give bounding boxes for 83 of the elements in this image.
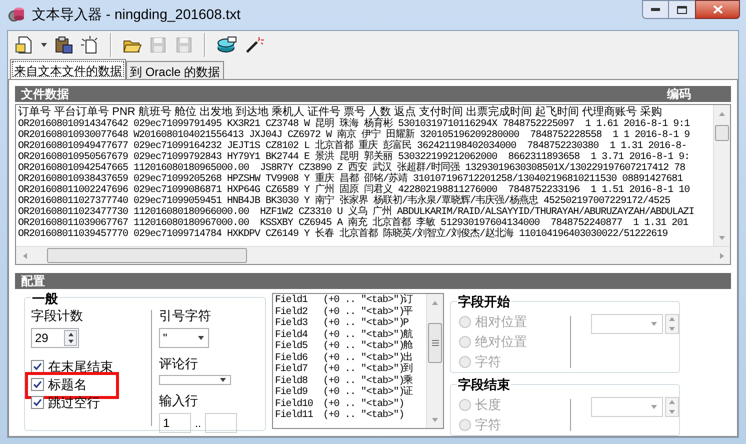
field-list-item[interactable]: Field4 (+0 .. "<tab>")航	[275, 330, 426, 341]
encoding-label: 编码	[667, 86, 691, 103]
clipboard-icon[interactable]	[54, 35, 74, 55]
maximize-button[interactable]	[669, 0, 695, 19]
caret-icon[interactable]	[197, 334, 205, 342]
magic-wand-icon[interactable]	[244, 35, 264, 55]
radio-label: 相对位置	[475, 313, 527, 332]
document-icon[interactable]	[14, 35, 34, 55]
field-list-item[interactable]: Field5 (+0 .. "<tab>")舱	[275, 341, 426, 352]
input-field[interactable]	[205, 412, 238, 432]
checkbox[interactable]	[31, 360, 44, 373]
data-line: OR201608010930077648 W2016080104021556413 JXJ04J CZ6972 W 南京 伊宁 田耀新 320105196209280000 7848752228558 1 1 2016-8-1 9	[18, 130, 691, 141]
radio-label: 长度	[475, 396, 501, 414]
scroll-up-arrow-icon[interactable]	[718, 110, 726, 118]
checkbox[interactable]	[31, 378, 44, 391]
field-label: 引号字符	[159, 307, 212, 325]
field-label: 输入行	[159, 392, 199, 410]
checkbox-label: 跳过空行	[48, 394, 100, 412]
window-title: 文本导入器 - ningding_201608.txt	[32, 4, 241, 24]
new-document-icon[interactable]	[80, 35, 100, 55]
checkbox-label: 标题名	[48, 376, 87, 394]
dropdown[interactable]	[591, 397, 663, 417]
scroll-right-arrow-icon[interactable]	[718, 252, 726, 260]
field-list-item[interactable]: Field10 (+0 .. "<tab>")	[275, 398, 426, 410]
header-line: 订单号 平台订单号 PNR 航班号 舱位 出发地 到达地 乘机人 证件号 票号 人数 返点 支付时间 出票完成时间 起飞时间 代理商账号 采购	[18, 106, 664, 118]
data-line: OR201608011002247696 029ec71099086871 HXP64G CZ6589 Y 广州 固原 闫君义 422802198811276000 7848752233196 1 1.51 2016-8-1 10	[18, 185, 691, 196]
field-list-item[interactable]: Field11 (+0 .. "<tab>")	[275, 410, 426, 422]
data-line: OR201608010938437659 029ec71099205268 HPZSHW TV9908 Y 重庆 昌都 邵铭/苏靖 310107196712201258/130402196810211530 08891427681	[18, 174, 684, 185]
data-line: OR201608010949477677 029ec71099164232 JEJT1S CZ8102 L 北京首都 重庆 彭富民 362421198402034000 7848752230380 1 1.31 2016-8-	[18, 141, 688, 152]
minimize-icon	[651, 8, 660, 11]
range-separator: ..	[195, 417, 202, 432]
field-list-item[interactable]: Field2 (+0 .. "<tab>")平	[275, 306, 426, 318]
scroll-left-arrow-icon[interactable]	[20, 252, 28, 260]
grip-icon	[432, 340, 438, 346]
field-list-item[interactable]: Field1 (+0 .. "<tab>")订	[275, 295, 426, 306]
data-line: OR201608011039457770 029ec71099714784 HXKDPV CZ6149 Y 长春 北京首都 陈晓英/刘智立/刘俊杰/赵北海 110104196403030022/51222619	[18, 229, 669, 240]
checkbox-label: 在末尾结束	[48, 358, 113, 376]
toolbar-separator	[110, 33, 112, 57]
section-title: 文件数据	[21, 86, 69, 103]
close-button[interactable]	[695, 0, 740, 19]
checkbox[interactable]	[31, 396, 44, 409]
scrollbar-thumb[interactable]	[715, 125, 729, 141]
minimize-button[interactable]	[642, 0, 669, 19]
caret-icon[interactable]	[219, 376, 227, 384]
group-title: 字段开始	[457, 292, 511, 312]
toolbar-separator	[204, 33, 206, 57]
data-line: OR201608011023477730 112016080180966000.00 HZF1W2 CZ3310 U 义乌 广州 ABDULKARIM/RAID/ALSAYYID/THURAYAH/ABURUZAYZAH/ABDULAZI	[18, 207, 696, 218]
data-line: OR201608010950567679 029ec71099792843 HY79Y1 BK2744 E 景洪 昆明 郭关丽 530322199212062000 8662311893658 1 3.71 2016-8-1 9:	[18, 152, 691, 163]
number-field[interactable]: 29	[31, 328, 79, 348]
dropdown[interactable]: "	[159, 328, 209, 348]
scroll-down-arrow-icon[interactable]	[431, 416, 439, 424]
close-icon	[712, 5, 722, 14]
caret-icon[interactable]	[40, 41, 48, 49]
scroll-down-arrow-icon[interactable]	[718, 234, 726, 242]
field-label: 评论行	[159, 354, 199, 372]
field-list-item[interactable]: Field8 (+0 .. "<tab>")乘	[275, 376, 426, 387]
app-icon	[8, 5, 26, 23]
field-list-item[interactable]: Field9 (+0 .. "<tab>")证	[275, 387, 426, 398]
tab[interactable]: 来自文本文件的数据	[10, 59, 126, 79]
dropdown[interactable]	[591, 314, 663, 334]
scrollbar-thumb[interactable]	[47, 248, 247, 263]
vertical-scrollbar[interactable]	[713, 105, 730, 246]
data-line: OR201608011027377740 029ec71099059451 HNB4JB BK3030 Y 南宁 张家界 杨联初/韦永泉/覃晓辉/韦庆强/杨燕忠 452502197007229172/4525	[18, 196, 670, 207]
radio-label: 字符	[475, 416, 501, 434]
section-title: 配置	[21, 273, 45, 290]
database-icon[interactable]	[216, 35, 238, 55]
scrollbar-thumb[interactable]	[428, 323, 442, 363]
radio-label: 绝对位置	[475, 333, 527, 352]
data-line: OR201608011039067767 112016080180967000.00 KSSXBY CZ6945 A 南充 北京首都 李敏 512930197604134000 7848752240877 1 1.31 201	[18, 218, 690, 229]
field-label: 字段计数	[31, 307, 84, 325]
vertical-scrollbar[interactable]	[426, 294, 443, 428]
scroll-up-arrow-icon[interactable]	[431, 298, 439, 306]
radio-label: 字符	[475, 353, 501, 372]
tab[interactable]: 到 Oracle 的数据	[126, 61, 224, 79]
field-list-item[interactable]: Field6 (+0 .. "<tab>")出	[275, 352, 426, 364]
field-list-item[interactable]: Field3 (+0 .. "<tab>")P	[275, 318, 426, 330]
field-list-item[interactable]: Field7 (+0 .. "<tab>")到	[275, 364, 426, 376]
horizontal-scrollbar[interactable]	[16, 246, 730, 264]
data-line: OR201608010942547665 112016080180965000.00 JS8R7Y CZ3890 Z 西安 武汉 张超群/时同强 13293019630308501X/130229197607217412 78	[18, 163, 686, 174]
input-field[interactable]: 1	[159, 412, 191, 432]
maximize-icon	[677, 6, 687, 14]
spinner[interactable]	[64, 330, 77, 346]
data-line: OR201608010914347642 029ec71099791495 KX3R21 CZ3748 W 昆明 珠海 杨育彬 53010319710116294X 7848752225097 1 1.61 2016-8-1 9:1	[18, 119, 691, 130]
